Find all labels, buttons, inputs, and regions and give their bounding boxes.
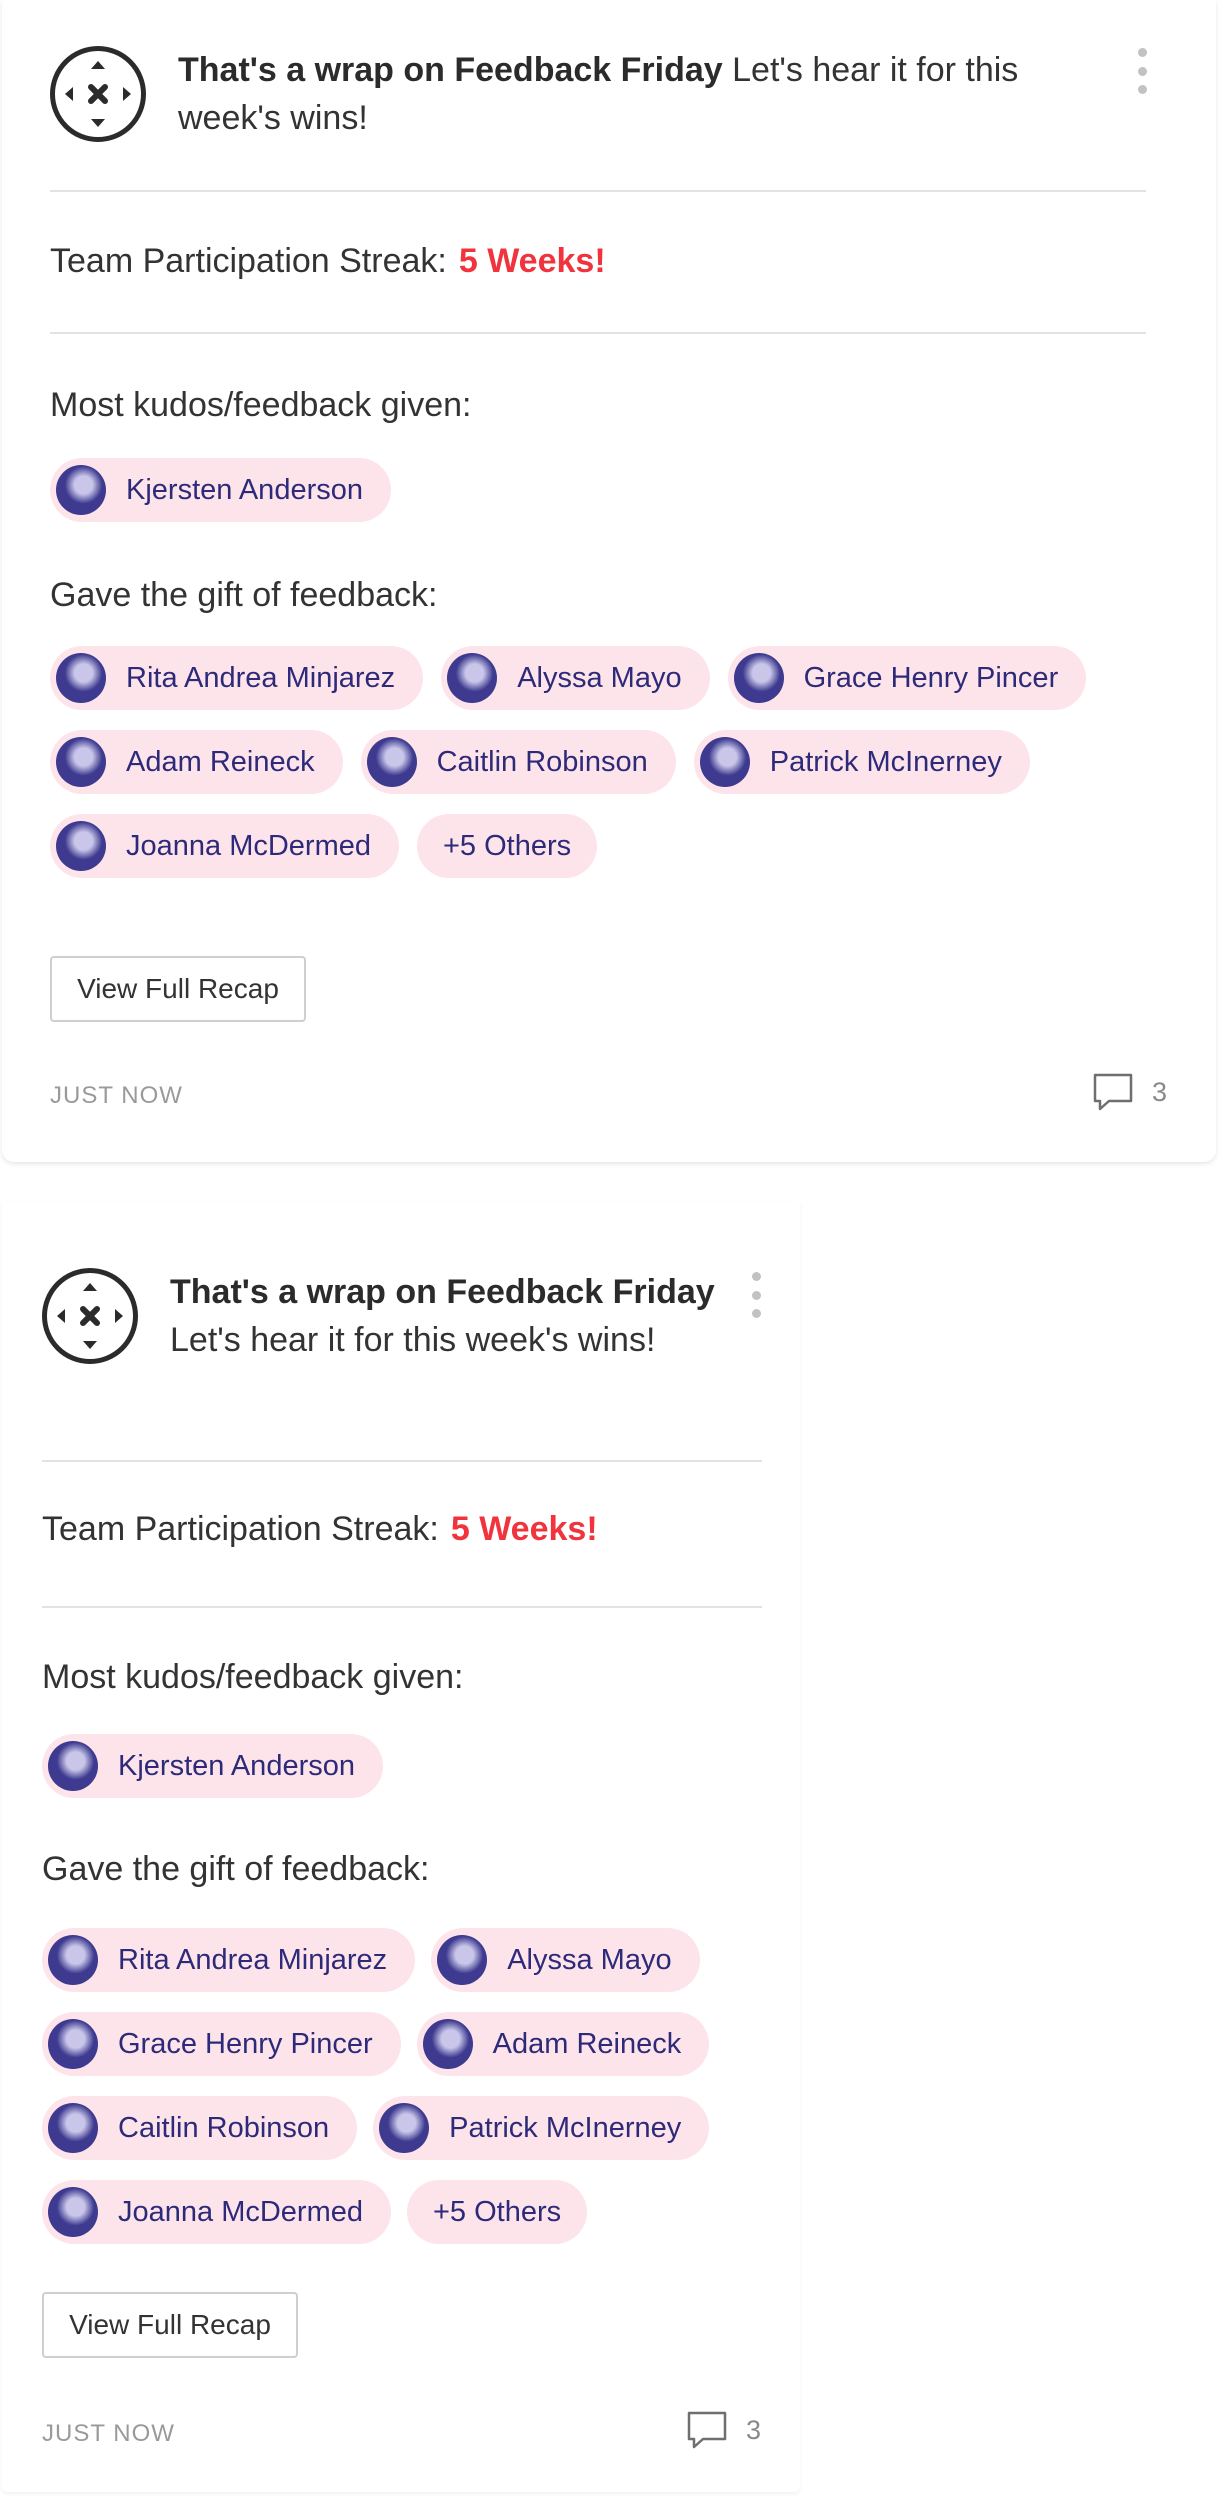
others-chip[interactable]: +5 Others [417, 814, 598, 878]
streak-row: Team Participation Streak: 5 Weeks! [42, 1508, 598, 1550]
person-name: Alyssa Mayo [507, 1943, 672, 1976]
person-chip[interactable]: Caitlin Robinson [42, 2096, 358, 2160]
others-chip[interactable]: +5 Others [407, 2180, 588, 2244]
avatar-icon [48, 1935, 98, 1985]
streak-label: Team Participation Streak: [42, 1510, 439, 1548]
most-kudos-label: Most kudos/feedback given: [50, 386, 472, 424]
post-timestamp: JUST NOW [42, 2420, 175, 2447]
person-name: Adam Reineck [492, 2027, 682, 2060]
post-headline: That's a wrap on Feedback Friday Let's h… [170, 1268, 730, 1364]
divider [50, 190, 1146, 192]
divider [50, 332, 1146, 334]
avatar-icon [447, 653, 498, 703]
person-chip[interactable]: Adam Reineck [50, 730, 343, 794]
post-headline-bold: That's a wrap on Feedback Friday [170, 1273, 715, 1311]
feed-card: That's a wrap on Feedback Friday Let's h… [2, 1202, 800, 2492]
person-name: Caitlin Robinson [436, 745, 648, 778]
avatar-icon [699, 737, 750, 787]
avatar-icon [422, 2019, 473, 2069]
compass-arrows-icon [42, 1268, 138, 1364]
avatar-icon [366, 737, 417, 787]
avatar-icon [48, 2019, 98, 2069]
person-chip[interactable]: Rita Andrea Minjarez [50, 646, 424, 710]
person-chip[interactable]: Patrick McInerney [693, 730, 1030, 794]
feed-card: That's a wrap on Feedback Friday Let's h… [2, 0, 1216, 1162]
person-name: Patrick McInerney [769, 745, 1002, 778]
most-kudos-list: Kjersten Anderson [50, 458, 1150, 522]
gave-feedback-list: Rita Andrea Minjarez Alyssa Mayo Grace Hen… [50, 646, 1150, 878]
person-chip[interactable]: Joanna McDermed [50, 814, 399, 878]
view-full-recap-button[interactable]: View Full Recap [50, 956, 306, 1022]
person-chip[interactable]: Joanna McDermed [42, 2180, 391, 2244]
person-chip[interactable]: Alyssa Mayo [431, 1928, 700, 1992]
avatar-icon [48, 1741, 98, 1791]
person-chip[interactable]: Kjersten Anderson [50, 458, 391, 522]
speech-bubble-icon [687, 2411, 727, 2449]
person-name: Joanna McDermed [118, 2195, 363, 2228]
person-chip[interactable]: Caitlin Robinson [360, 730, 676, 794]
person-chip[interactable]: Patrick McInerney [373, 2096, 710, 2160]
person-chip[interactable]: Grace Henry Pincer [727, 646, 1087, 710]
avatar-icon [48, 2187, 98, 2237]
comments-button[interactable]: 3 [1092, 1072, 1167, 1112]
streak-value: 5 Weeks! [450, 1510, 598, 1548]
person-chip[interactable]: Rita Andrea Minjarez [42, 1928, 416, 1992]
avatar-icon [56, 465, 106, 515]
most-kudos-label: Most kudos/feedback given: [42, 1658, 464, 1696]
person-chip[interactable]: Adam Reineck [416, 2012, 710, 2076]
gave-feedback-label: Gave the gift of feedback: [50, 576, 438, 614]
post-timestamp: JUST NOW [50, 1082, 183, 1109]
person-name: Grace Henry Pincer [803, 661, 1059, 694]
avatar-icon [56, 737, 106, 787]
person-chip[interactable]: Grace Henry Pincer [42, 2012, 401, 2076]
avatar-icon [56, 653, 106, 703]
streak-value: 5 Weeks! [458, 242, 606, 280]
streak-label: Team Participation Streak: [50, 242, 447, 280]
compass-arrows-icon [50, 46, 146, 142]
avatar-icon [56, 821, 106, 871]
post-headline: That's a wrap on Feedback Friday Let's h… [178, 46, 1078, 142]
gave-feedback-list: Rita Andrea Minjarez Alyssa Mayo Grace Hen… [42, 1928, 782, 2244]
person-name: Rita Andrea Minjarez [126, 661, 396, 694]
kebab-menu-icon[interactable] [744, 1272, 768, 1318]
kebab-menu-icon[interactable] [1130, 48, 1154, 94]
avatar-icon [437, 1935, 488, 1985]
person-name: Kjersten Anderson [126, 473, 363, 506]
gave-feedback-label: Gave the gift of feedback: [42, 1850, 430, 1888]
most-kudos-list: Kjersten Anderson [42, 1734, 782, 1798]
post-headline-bold: That's a wrap on Feedback Friday [178, 51, 723, 89]
person-name: Adam Reineck [126, 745, 315, 778]
person-name: Patrick McInerney [449, 2111, 682, 2144]
person-name: Alyssa Mayo [517, 661, 682, 694]
streak-row: Team Participation Streak: 5 Weeks! [50, 240, 606, 282]
person-name: Joanna McDermed [126, 829, 371, 862]
divider [42, 1460, 762, 1462]
person-chip[interactable]: Kjersten Anderson [42, 1734, 383, 1798]
avatar-icon [733, 653, 784, 703]
avatar-icon [379, 2103, 430, 2153]
person-name: Grace Henry Pincer [118, 2027, 373, 2060]
comments-button[interactable]: 3 [686, 2410, 761, 2450]
post-headline-text: Let's hear it for this week's wins! [170, 1321, 656, 1359]
view-full-recap-button[interactable]: View Full Recap [42, 2292, 298, 2358]
person-name: Rita Andrea Minjarez [118, 1943, 388, 1976]
person-name: Kjersten Anderson [118, 1749, 355, 1782]
person-chip[interactable]: Alyssa Mayo [441, 646, 710, 710]
divider [42, 1606, 762, 1608]
speech-bubble-icon [1093, 1073, 1133, 1111]
comment-count: 3 [746, 2414, 762, 2445]
comment-count: 3 [1152, 1076, 1168, 1107]
person-name: Caitlin Robinson [118, 2111, 330, 2144]
avatar-icon [48, 2103, 98, 2153]
